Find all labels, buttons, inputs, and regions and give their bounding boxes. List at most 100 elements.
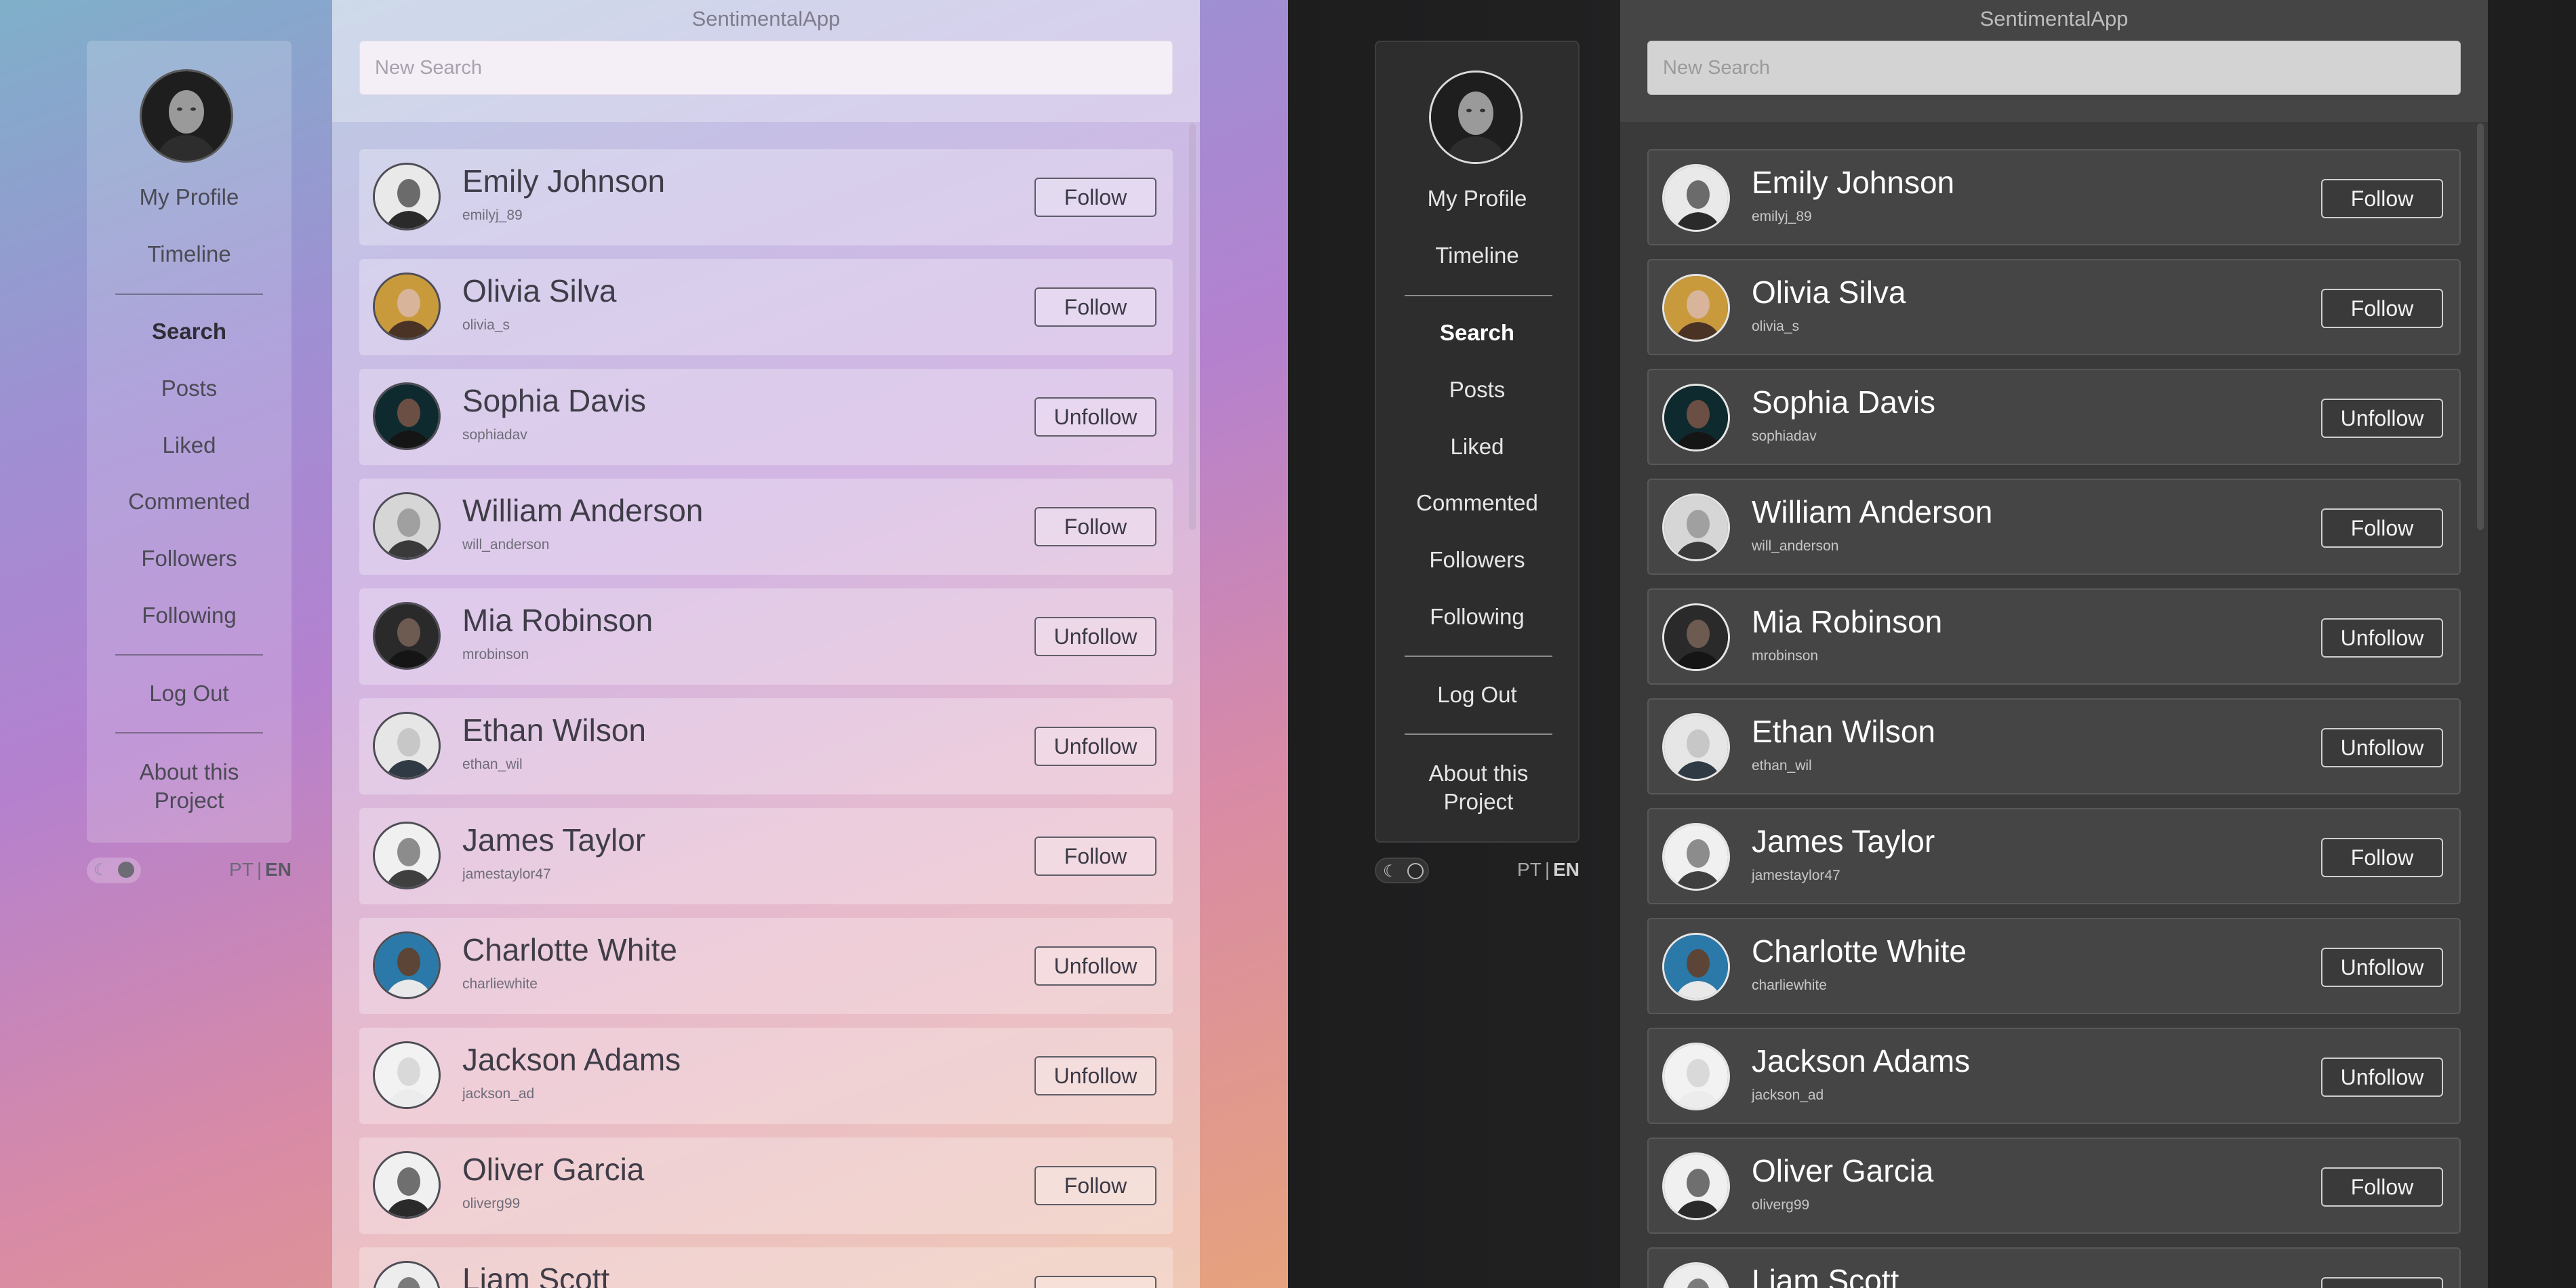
nav-logout[interactable]: Log Out [1376,682,1578,708]
unfollow-button[interactable]: Unfollow [1034,1056,1156,1095]
unfollow-button[interactable]: Unfollow [1034,727,1156,766]
follow-button[interactable]: Follow [1034,837,1156,876]
follow-button[interactable]: Follow [2321,1167,2443,1207]
user-card: Liam Scott [1647,1247,2461,1288]
lang-pt[interactable]: PT [229,859,254,881]
user-avatar[interactable] [1662,1043,1730,1110]
nav-followers[interactable]: Followers [1376,547,1578,573]
user-avatar[interactable] [1662,603,1730,671]
unfollow-button[interactable]: Unfollow [2321,1058,2443,1097]
user-avatar[interactable] [373,931,441,999]
user-avatar[interactable] [1662,274,1730,342]
user-handle: charliewhite [1752,978,1827,993]
sidebar-divider [115,654,263,656]
follow-button[interactable]: Follow [2321,508,2443,548]
user-avatar[interactable] [1662,494,1730,561]
nav-liked[interactable]: Liked [87,432,291,458]
nav-about[interactable]: About this Project [114,758,264,815]
scrollbar[interactable] [2477,123,2484,530]
nav-timeline[interactable]: Timeline [87,241,291,267]
user-card: Sophia Davis sophiadav Unfollow [1647,369,2461,465]
nav-following[interactable]: Following [1376,604,1578,630]
profile-avatar[interactable] [1429,71,1523,164]
user-handle: jackson_ad [1752,1087,1824,1103]
unfollow-button[interactable]: Unfollow [1034,617,1156,656]
nav-posts[interactable]: Posts [1376,377,1578,403]
user-handle: sophiadav [462,427,527,443]
nav-search[interactable]: Search [87,319,291,344]
follow-button[interactable] [1034,1276,1156,1288]
search-input[interactable] [359,41,1173,95]
profile-avatar[interactable] [140,69,233,163]
lang-en[interactable]: EN [1553,859,1579,881]
user-avatar[interactable] [373,1261,441,1288]
nav-following[interactable]: Following [87,603,291,628]
user-name: Oliver Garcia [1752,1153,1934,1188]
unfollow-button[interactable]: Unfollow [2321,399,2443,438]
nav-timeline[interactable]: Timeline [1376,243,1578,268]
nav-liked[interactable]: Liked [1376,434,1578,460]
nav-commented[interactable]: Commented [87,489,291,515]
nav-search[interactable]: Search [1376,320,1578,346]
user-card: Sophia Davis sophiadav Unfollow [359,369,1173,465]
user-handle: jamestaylor47 [1752,868,1840,883]
unfollow-button[interactable]: Unfollow [1034,946,1156,986]
user-avatar[interactable] [1662,823,1730,891]
user-avatar[interactable] [373,382,441,450]
follow-button[interactable] [2321,1277,2443,1288]
user-name: William Anderson [462,493,704,528]
lang-pt[interactable]: PT [1517,859,1542,881]
user-name: Liam Scott [462,1262,610,1288]
user-card: William Anderson will_anderson Follow [1647,479,2461,575]
unfollow-button[interactable]: Unfollow [2321,728,2443,767]
user-avatar[interactable] [1662,1262,1730,1288]
nav-commented[interactable]: Commented [1376,490,1578,516]
follow-button[interactable]: Follow [2321,289,2443,328]
user-avatar[interactable] [373,1041,441,1109]
search-input[interactable] [1647,41,2461,95]
user-avatar[interactable] [1662,1152,1730,1220]
language-switch: PT | EN [229,859,291,881]
unfollow-button[interactable]: Unfollow [2321,618,2443,658]
user-handle: sophiadav [1752,428,1817,444]
nav-logout[interactable]: Log Out [87,681,291,706]
nav-my-profile[interactable]: My Profile [87,184,291,210]
theme-toggle[interactable]: ☾ [1375,858,1429,883]
user-handle: emilyj_89 [1752,209,1812,224]
scrollbar[interactable] [1189,123,1196,530]
lang-en[interactable]: EN [265,859,291,881]
user-avatar[interactable] [373,822,441,889]
follow-button[interactable]: Follow [2321,179,2443,218]
user-avatar[interactable] [373,163,441,230]
user-name: James Taylor [1752,824,1935,859]
user-card: Jackson Adams jackson_ad Unfollow [359,1028,1173,1124]
follow-button[interactable]: Follow [1034,507,1156,546]
nav-about[interactable]: About this Project [1403,759,1554,816]
user-avatar[interactable] [1662,933,1730,1001]
user-avatar[interactable] [373,492,441,560]
unfollow-button[interactable]: Unfollow [1034,397,1156,437]
user-avatar[interactable] [373,273,441,340]
user-avatar[interactable] [373,712,441,780]
user-avatar[interactable] [373,1151,441,1219]
unfollow-button[interactable]: Unfollow [2321,948,2443,987]
nav-my-profile[interactable]: My Profile [1376,186,1578,212]
nav-followers[interactable]: Followers [87,546,291,571]
user-avatar[interactable] [1662,164,1730,232]
sidebar: My Profile Timeline Search Posts Liked C… [1375,41,1579,843]
nav-posts[interactable]: Posts [87,376,291,401]
sidebar-divider [115,732,263,733]
user-card: Jackson Adams jackson_ad Unfollow [1647,1028,2461,1124]
follow-button[interactable]: Follow [1034,287,1156,327]
theme-toggle[interactable]: ☾ [87,858,141,883]
user-avatar[interactable] [373,602,441,670]
follow-button[interactable]: Follow [1034,1166,1156,1205]
follow-button[interactable]: Follow [1034,178,1156,217]
user-avatar[interactable] [1662,384,1730,451]
user-handle: will_anderson [1752,538,1839,554]
light-theme-view: My Profile Timeline Search Posts Liked C… [0,0,1288,1288]
user-avatar[interactable] [1662,713,1730,781]
moon-icon: ☾ [94,860,108,879]
follow-button[interactable]: Follow [2321,838,2443,877]
sidebar-divider [1405,733,1552,735]
